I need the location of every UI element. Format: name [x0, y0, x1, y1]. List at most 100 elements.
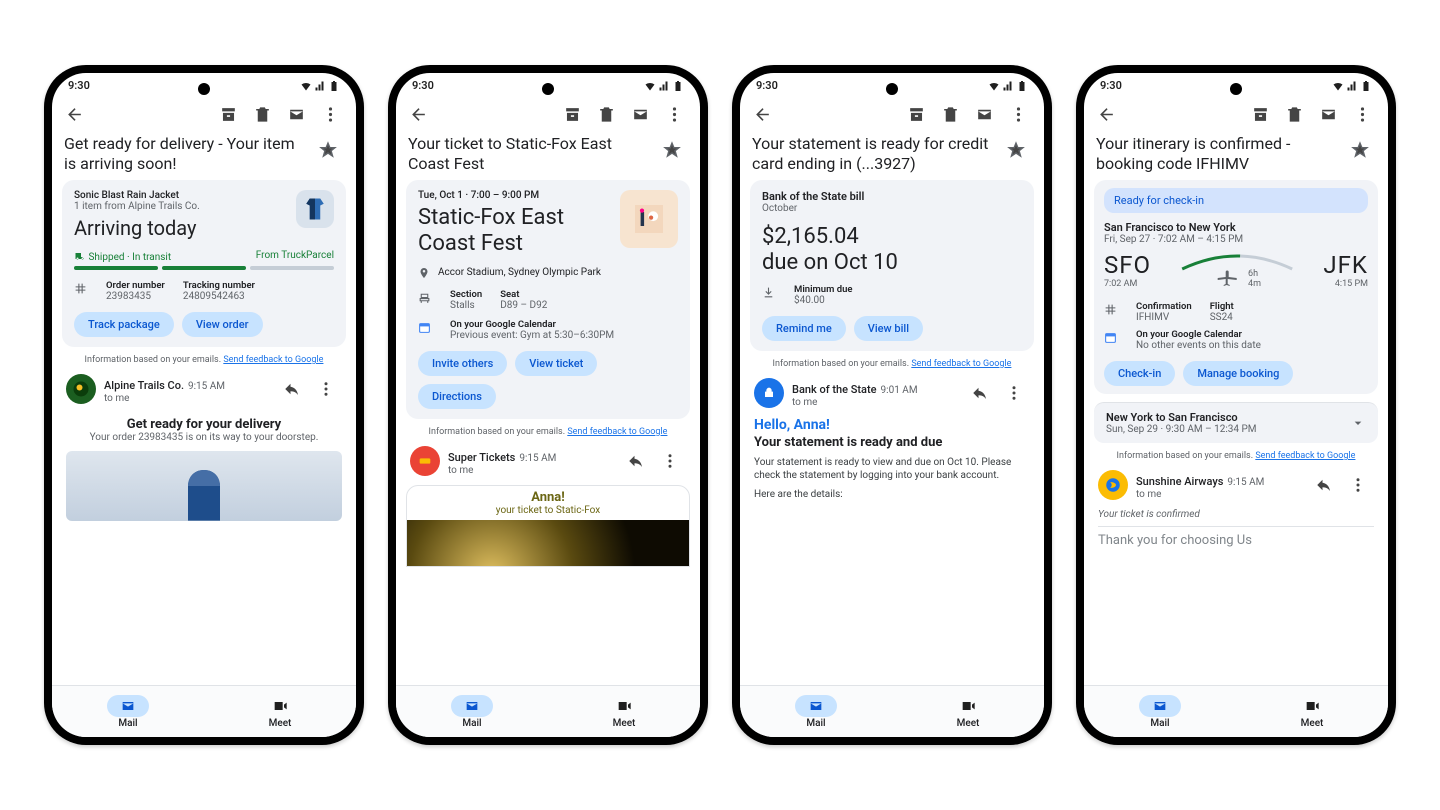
sender-row[interactable]: Super Tickets9:15 AM to me: [406, 437, 690, 483]
overflow-button[interactable]: [658, 98, 690, 130]
back-button[interactable]: [58, 98, 90, 130]
ticket-body-image: [407, 520, 689, 566]
mark-unread-button[interactable]: [624, 98, 656, 130]
sender-to: to me: [104, 393, 225, 404]
overflow-button[interactable]: [1346, 98, 1378, 130]
tracking-number-label: Tracking number: [183, 280, 255, 291]
invite-others-button[interactable]: Invite others: [418, 351, 507, 376]
truck-icon: [74, 250, 86, 262]
nav-meet-tab[interactable]: Meet: [548, 686, 700, 737]
status-bar: 9:30: [52, 73, 356, 94]
feedback-link[interactable]: Send feedback to Google: [911, 359, 1011, 369]
meet-icon: [272, 698, 288, 714]
overflow-button[interactable]: [1002, 98, 1034, 130]
app-toolbar: [52, 94, 356, 134]
minimum-due-value: $40.00: [794, 295, 852, 306]
location-icon: [418, 267, 430, 279]
nav-meet-tab[interactable]: Meet: [204, 686, 356, 737]
archive-button[interactable]: [212, 98, 244, 130]
status-time: 9:30: [68, 79, 90, 92]
back-button[interactable]: [1090, 98, 1122, 130]
flight-value: SS24: [1210, 312, 1234, 323]
directions-button[interactable]: Directions: [418, 384, 496, 409]
calendar-label: On your Google Calendar: [450, 319, 614, 330]
delete-button[interactable]: [1278, 98, 1310, 130]
hash-icon: [74, 280, 88, 302]
confirmation-label: Confirmation: [1136, 301, 1192, 312]
message-overflow-button[interactable]: [1342, 469, 1374, 501]
star-button[interactable]: [1344, 134, 1376, 166]
view-order-button[interactable]: View order: [182, 312, 263, 337]
sender-name: Bank of the State: [792, 383, 877, 396]
feedback-line: Information based on your emails. Send f…: [62, 355, 346, 365]
manage-booking-button[interactable]: Manage booking: [1183, 361, 1293, 386]
body-line: Your ticket is confirmed: [1098, 509, 1374, 520]
nav-mail-tab[interactable]: Mail: [396, 686, 548, 737]
phone-statement: 9:30 Your statement is ready for credit …: [732, 65, 1052, 745]
vendor-line: 1 item from Alpine Trails Co.: [74, 201, 288, 212]
message-overflow-button[interactable]: [998, 377, 1030, 409]
sender-to: to me: [1136, 489, 1264, 500]
remind-me-button[interactable]: Remind me: [762, 316, 846, 341]
delete-button[interactable]: [934, 98, 966, 130]
sender-row[interactable]: Bank of the State9:01 AM to me: [750, 369, 1034, 415]
view-bill-button[interactable]: View bill: [854, 316, 923, 341]
overflow-button[interactable]: [314, 98, 346, 130]
archive-button[interactable]: [1244, 98, 1276, 130]
calendar-icon: [1104, 329, 1118, 351]
feedback-link[interactable]: Send feedback to Google: [223, 355, 323, 365]
reply-button[interactable]: [964, 377, 996, 409]
sender-row[interactable]: Sunshine Airways9:15 AM to me: [1094, 461, 1378, 507]
arrive-time: 4:15 PM: [1323, 279, 1368, 289]
mark-unread-button[interactable]: [968, 98, 1000, 130]
phone-delivery: 9:30 Get ready for delivery - Your item …: [44, 65, 364, 745]
nav-mail-tab[interactable]: Mail: [740, 686, 892, 737]
progress-label-left: Shipped · In transit: [74, 250, 171, 263]
star-button[interactable]: [312, 134, 344, 166]
hash-icon: [1104, 301, 1118, 323]
segment2-row[interactable]: New York to San FranciscoSun, Sep 29 · 9…: [1094, 402, 1378, 443]
feedback-link[interactable]: Send feedback to Google: [567, 427, 667, 437]
back-button[interactable]: [746, 98, 778, 130]
archive-button[interactable]: [556, 98, 588, 130]
sender-row[interactable]: Alpine Trails Co.9:15 AM to me: [62, 365, 346, 411]
reply-button[interactable]: [620, 445, 652, 477]
star-button[interactable]: [1000, 134, 1032, 166]
feedback-link[interactable]: Send feedback to Google: [1255, 451, 1355, 461]
bottom-nav: Mail Meet: [52, 685, 356, 737]
archive-button[interactable]: [900, 98, 932, 130]
reply-button[interactable]: [276, 373, 308, 405]
ticket-body: Anna! your ticket to Static-Fox: [406, 485, 690, 567]
mark-unread-button[interactable]: [1312, 98, 1344, 130]
calendar-label: On your Google Calendar: [1136, 329, 1261, 340]
view-ticket-button[interactable]: View ticket: [515, 351, 597, 376]
track-package-button[interactable]: Track package: [74, 312, 174, 337]
back-button[interactable]: [402, 98, 434, 130]
feedback-line: Information based on your emails. Send f…: [750, 359, 1034, 369]
message-overflow-button[interactable]: [310, 373, 342, 405]
seat-icon: [418, 289, 432, 311]
delivery-card: Sonic Blast Rain Jacket 1 item from Alpi…: [62, 180, 346, 347]
depart-code: SFO: [1104, 251, 1151, 279]
nav-meet-tab[interactable]: Meet: [892, 686, 1044, 737]
delivery-headline: Arriving today: [74, 216, 288, 240]
star-button[interactable]: [656, 134, 688, 166]
jacket-icon: [301, 195, 329, 223]
delete-button[interactable]: [246, 98, 278, 130]
nav-mail-tab[interactable]: Mail: [52, 686, 204, 737]
ticket-body-sub: your ticket to Static-Fox: [411, 505, 685, 516]
checkin-button[interactable]: Check-in: [1104, 361, 1175, 386]
message-overflow-button[interactable]: [654, 445, 686, 477]
delete-button[interactable]: [590, 98, 622, 130]
sender-name: Alpine Trails Co.: [104, 379, 184, 392]
mark-unread-button[interactable]: [280, 98, 312, 130]
nav-mail-tab[interactable]: Mail: [1084, 686, 1236, 737]
email-subject: Get ready for delivery - Your item is ar…: [64, 134, 306, 174]
minimum-due-label: Minimum due: [794, 284, 852, 295]
email-subject: Your statement is ready for credit card …: [752, 134, 994, 174]
flight-label: Flight: [1210, 301, 1234, 312]
reply-button[interactable]: [1308, 469, 1340, 501]
sender-avatar: [410, 446, 440, 476]
checkin-banner: Ready for check-in: [1104, 188, 1368, 213]
nav-meet-tab[interactable]: Meet: [1236, 686, 1388, 737]
